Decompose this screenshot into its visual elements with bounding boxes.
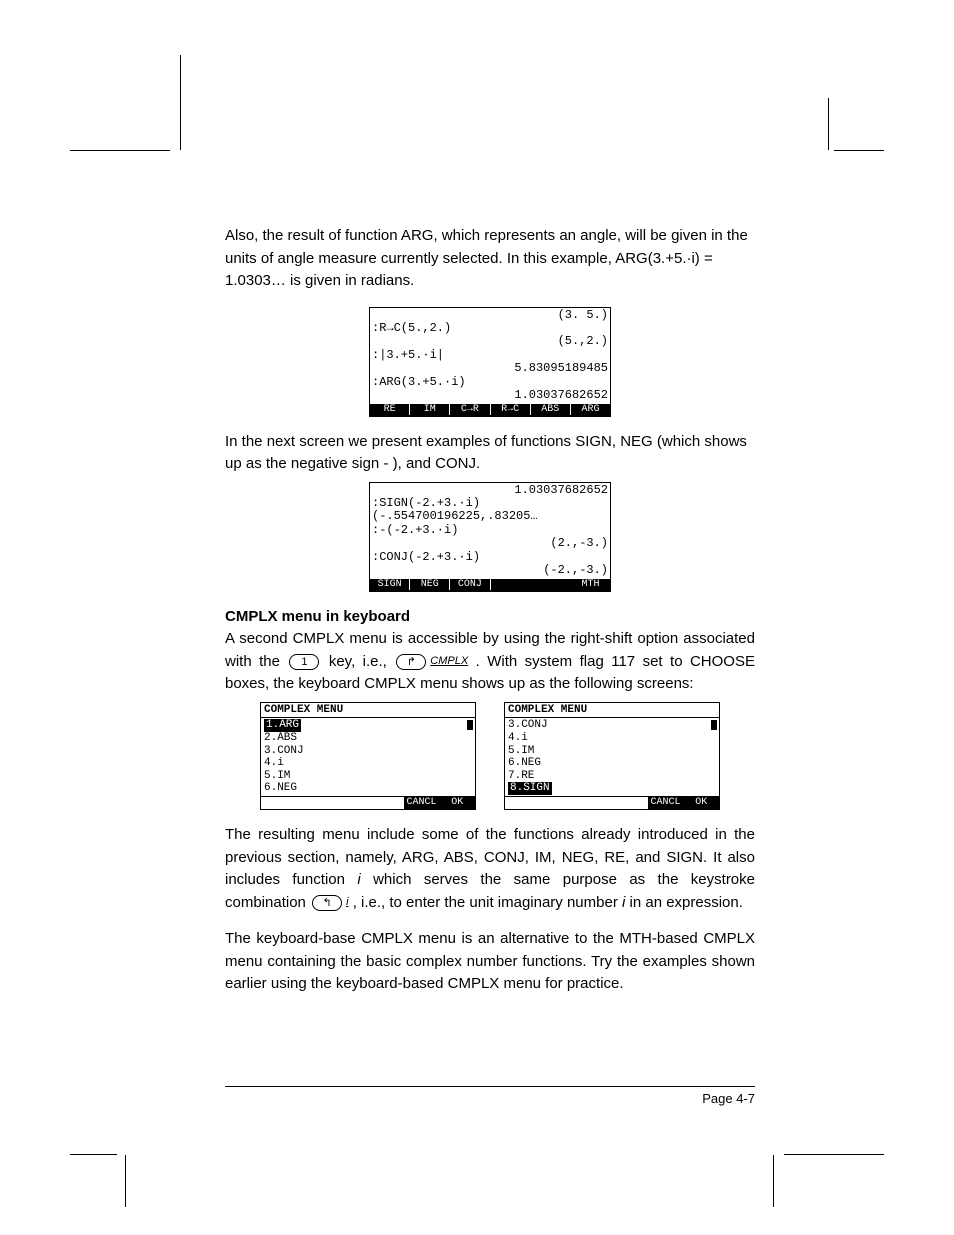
softkey-label: ABS — [531, 404, 571, 415]
softkey-label: IM — [410, 404, 450, 415]
softkey-label: CONJ — [450, 579, 490, 590]
choose-item: 4.i — [264, 757, 472, 770]
softkey-label: ARG — [571, 404, 610, 415]
screen-line: (2.,-3.) — [372, 537, 608, 550]
paragraph: The resulting menu include some of the f… — [225, 824, 755, 914]
softkey-label: OK — [439, 797, 475, 809]
softkey-label: RE — [370, 404, 410, 415]
paragraph: The keyboard-base CMPLX menu is an alter… — [225, 928, 755, 996]
crop-mark — [828, 98, 829, 150]
key-label: CMPLX — [430, 655, 468, 667]
choose-item: 2.ABS — [264, 732, 472, 745]
screen-line: :ARG(3.+5.·i) — [372, 376, 608, 389]
choose-item: 8.SIGN — [508, 782, 716, 795]
paragraph: In the next screen we present examples o… — [225, 431, 755, 476]
softkey-label — [297, 797, 333, 809]
softkey-label — [541, 797, 577, 809]
screen-line: :CONJ(-2.+3.·i) — [372, 551, 608, 564]
choose-item: 3.CONJ — [508, 719, 716, 732]
choose-item: 5.IM — [508, 745, 716, 758]
screen-line: :SIGN(-2.+3.·i) — [372, 497, 608, 510]
softkey-label: SIGN — [370, 579, 410, 590]
choose-item: 3.CONJ — [264, 745, 472, 758]
footer-rule — [225, 1086, 755, 1087]
text: key, i.e., — [329, 653, 394, 670]
paragraph: Also, the result of function ARG, which … — [225, 225, 755, 293]
softkey-label — [505, 797, 541, 809]
softkey-label — [368, 797, 404, 809]
choose-item: 6.NEG — [264, 782, 472, 795]
softkey-label: C→R — [450, 404, 490, 415]
screen-line: 1.03037682652 — [372, 484, 608, 497]
right-shift-key-icon: ↱ — [396, 654, 426, 670]
softkey-label — [261, 797, 297, 809]
crop-mark — [125, 1155, 126, 1207]
left-shift-key-icon: ↰ — [312, 895, 342, 911]
screen-line: :-(-2.+3.·i) — [372, 524, 608, 537]
screen-line: (3. 5.) — [372, 309, 608, 322]
crop-mark — [180, 55, 181, 150]
key-label: i — [346, 896, 348, 908]
choose-box-a: COMPLEX MENU 1.ARG2.ABS3.CONJ4.i5.IM6.NE… — [260, 702, 476, 810]
choose-item: 1.ARG — [264, 719, 472, 732]
page-footer: Page 4-7 — [225, 1080, 755, 1106]
choose-item: 4.i — [508, 732, 716, 745]
document-page: Also, the result of function ARG, which … — [0, 0, 954, 1235]
softkey-label: R→C — [491, 404, 531, 415]
calc-screenshot-1: (3. 5.):R→C(5.,2.)(5.,2.):|3.+5.·i|5.830… — [369, 307, 611, 417]
choose-item: 7.RE — [508, 770, 716, 783]
screen-line: (5.,2.) — [372, 335, 608, 348]
softkey-label — [612, 797, 648, 809]
choose-item: 6.NEG — [508, 757, 716, 770]
text: in an expression. — [625, 894, 743, 911]
choose-title: COMPLEX MENU — [505, 703, 719, 719]
softkey-label — [576, 797, 612, 809]
choose-item: 5.IM — [264, 770, 472, 783]
softkey-label: MTH — [571, 579, 610, 590]
crop-mark — [784, 1154, 884, 1155]
crop-mark — [834, 150, 884, 151]
crop-mark — [773, 1155, 774, 1207]
softkey-label — [332, 797, 368, 809]
screen-line: 1.03037682652 — [372, 389, 608, 402]
page-number: Page 4-7 — [225, 1091, 755, 1106]
section-heading: CMPLX menu in keyboard — [225, 606, 755, 629]
scrollbar-icon — [711, 720, 717, 730]
key-1-icon: 1 — [289, 654, 319, 670]
crop-mark — [70, 1154, 117, 1155]
softkey-label: OK — [683, 797, 719, 809]
choose-screens: COMPLEX MENU 1.ARG2.ABS3.CONJ4.i5.IM6.NE… — [225, 702, 755, 810]
choose-title: COMPLEX MENU — [261, 703, 475, 719]
screen-line: :|3.+5.·i| — [372, 349, 608, 362]
crop-mark — [70, 150, 170, 151]
paragraph: A second CMPLX menu is accessible by usi… — [225, 628, 755, 696]
softkey-label: CANCL — [648, 797, 684, 809]
softkey-label: NEG — [410, 579, 450, 590]
screen-line: :R→C(5.,2.) — [372, 322, 608, 335]
screen-line: (-.554700196225,.83205… — [372, 510, 608, 523]
calc-screenshot-2: 1.03037682652:SIGN(-2.+3.·i)(-.554700196… — [369, 482, 611, 592]
softkey-label: CANCL — [404, 797, 440, 809]
choose-box-b: COMPLEX MENU 3.CONJ4.i5.IM6.NEG7.RE8.SIG… — [504, 702, 720, 810]
scrollbar-icon — [467, 720, 473, 730]
text: , i.e., to enter the unit imaginary numb… — [353, 894, 622, 911]
page-content: Also, the result of function ARG, which … — [225, 225, 755, 1010]
screen-line: (-2.,-3.) — [372, 564, 608, 577]
screen-line: 5.83095189485 — [372, 362, 608, 375]
